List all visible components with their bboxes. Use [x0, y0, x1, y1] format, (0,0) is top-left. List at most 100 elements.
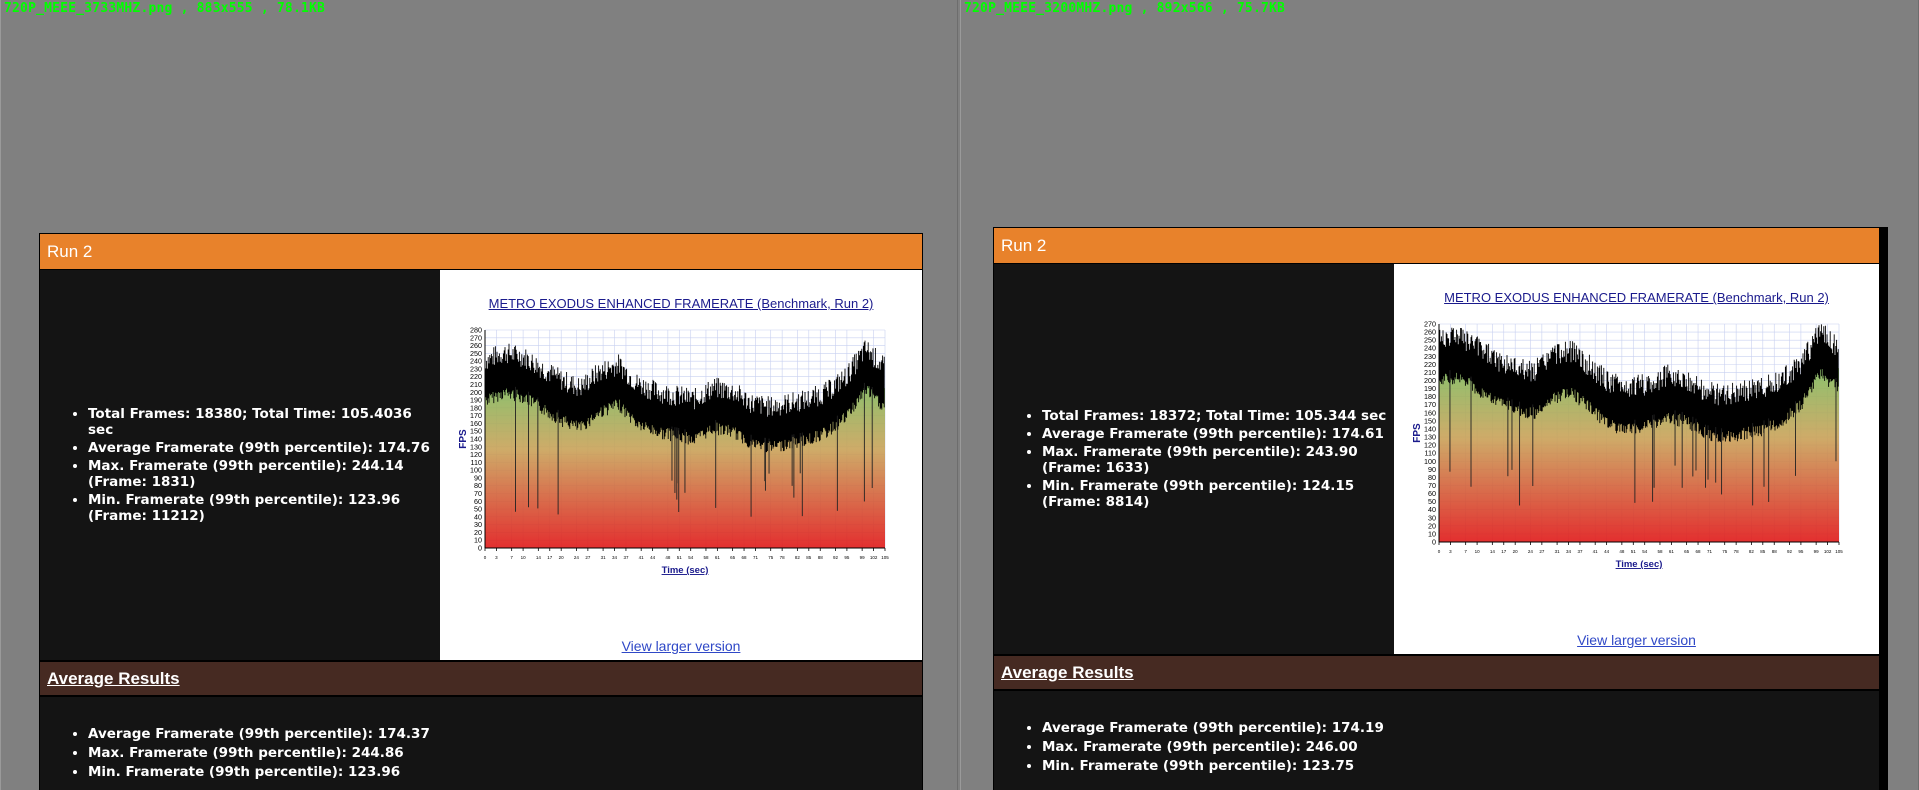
stat-max: Max. Framerate (99th percentile): 243.90…	[1042, 444, 1394, 476]
run-header: Run 2	[994, 228, 1879, 264]
x-tick-label: 44	[650, 555, 656, 560]
x-tick-label: 20	[559, 555, 565, 560]
stat-min: Min. Framerate (99th percentile): 123.96…	[88, 492, 440, 524]
benchmark-panel: Run 2 Total Frames: 18380; Total Time: 1…	[39, 233, 923, 790]
image-pane-right: 720P_MEEE_3200MHZ.png , 892x566 , 75.7KB…	[960, 0, 1919, 790]
x-tick-label: 102	[870, 555, 878, 560]
y-tick-label: 150	[470, 427, 482, 436]
y-tick-label: 140	[1424, 424, 1436, 433]
y-tick-label: 80	[474, 481, 482, 490]
stat-total-frames: Total Frames: 18372; Total Time: 105.344…	[1042, 408, 1394, 424]
y-tick-label: 150	[1424, 416, 1436, 425]
x-tick-label: 65	[730, 555, 736, 560]
x-tick-label: 24	[1528, 549, 1534, 554]
x-tick-label: 85	[806, 555, 812, 560]
y-tick-label: 220	[470, 372, 482, 381]
avg-stat-min: Min. Framerate (99th percentile): 123.96	[88, 764, 922, 780]
x-tick-label: 31	[1555, 549, 1561, 554]
y-axis-label: FPS	[1412, 423, 1423, 443]
x-tick-label: 61	[1669, 549, 1675, 554]
y-axis-label: FPS	[458, 429, 469, 449]
x-tick-label: 92	[1787, 549, 1793, 554]
y-tick-label: 110	[471, 458, 482, 467]
x-tick-label: 78	[1734, 549, 1740, 554]
x-tick-label: 58	[1657, 549, 1663, 554]
y-tick-label: 30	[474, 520, 482, 529]
x-tick-label: 61	[715, 555, 721, 560]
x-tick-label: 27	[585, 555, 591, 560]
view-larger-link[interactable]: View larger version	[440, 638, 922, 654]
y-tick-label: 20	[474, 528, 482, 537]
y-tick-label: 170	[1424, 400, 1436, 409]
y-tick-label: 20	[1428, 521, 1436, 530]
x-tick-label: 34	[612, 555, 618, 560]
x-tick-label: 105	[1835, 549, 1843, 554]
y-tick-label: 90	[474, 473, 482, 482]
x-tick-label: 68	[742, 555, 748, 560]
file-info-label: 720P_MEEE_3733MHZ.png , 883x555 , 78.1KB	[4, 1, 326, 16]
x-tick-label: 37	[623, 555, 629, 560]
y-tick-label: 110	[1425, 449, 1436, 458]
x-tick-label: 17	[547, 555, 553, 560]
x-tick-label: 88	[818, 555, 824, 560]
y-tick-label: 230	[470, 364, 482, 373]
y-tick-label: 80	[1428, 473, 1436, 482]
x-axis-label: Time (sec)	[1616, 559, 1663, 570]
avg-stat-average: Average Framerate (99th percentile): 174…	[88, 726, 922, 742]
x-tick-label: 14	[1490, 549, 1496, 554]
x-tick-label: 27	[1539, 549, 1545, 554]
chart-container: METRO EXODUS ENHANCED FRAMERATE (Benchma…	[440, 270, 922, 660]
y-tick-label: 220	[1424, 360, 1436, 369]
x-tick-label: 7	[1464, 549, 1467, 554]
x-tick-label: 44	[1604, 549, 1610, 554]
x-tick-label: 37	[1577, 549, 1583, 554]
avg-stat-average: Average Framerate (99th percentile): 174…	[1042, 720, 1879, 736]
x-tick-label: 51	[677, 555, 683, 560]
average-results-title[interactable]: Average Results	[1001, 663, 1134, 682]
y-tick-label: 180	[470, 403, 482, 412]
run-body: Total Frames: 18380; Total Time: 105.403…	[40, 270, 922, 660]
x-tick-label: 48	[1619, 549, 1625, 554]
y-tick-label: 240	[1424, 344, 1436, 353]
y-tick-label: 210	[1424, 368, 1436, 377]
x-tick-label: 99	[1814, 549, 1820, 554]
stat-min: Min. Framerate (99th percentile): 124.15…	[1042, 478, 1394, 510]
x-tick-label: 102	[1824, 549, 1832, 554]
avg-stat-max: Max. Framerate (99th percentile): 244.86	[88, 745, 922, 761]
x-tick-label: 3	[495, 555, 498, 560]
view-larger-link[interactable]: View larger version	[1394, 632, 1879, 648]
x-tick-label: 71	[1707, 549, 1713, 554]
chart-title[interactable]: METRO EXODUS ENHANCED FRAMERATE (Benchma…	[1394, 290, 1879, 305]
y-tick-label: 30	[1428, 513, 1436, 522]
x-tick-label: 95	[844, 555, 850, 560]
file-info-label: 720P_MEEE_3200MHZ.png , 892x566 , 75.7KB	[964, 1, 1286, 16]
run-stats: Total Frames: 18380; Total Time: 105.403…	[40, 270, 440, 660]
x-tick-label: 17	[1501, 549, 1507, 554]
x-tick-label: 24	[574, 555, 580, 560]
x-tick-label: 51	[1631, 549, 1637, 554]
y-tick-label: 100	[470, 466, 482, 475]
x-tick-label: 0	[1438, 549, 1441, 554]
average-results-title[interactable]: Average Results	[47, 669, 180, 688]
y-tick-label: 60	[474, 497, 482, 506]
y-tick-label: 240	[470, 357, 482, 366]
x-tick-label: 3	[1449, 549, 1452, 554]
x-tick-label: 75	[1722, 549, 1728, 554]
y-tick-label: 140	[470, 435, 482, 444]
x-tick-label: 99	[860, 555, 866, 560]
average-results-header: Average Results	[40, 660, 922, 697]
y-tick-label: 200	[470, 388, 482, 397]
run-stats: Total Frames: 18372; Total Time: 105.344…	[994, 264, 1394, 654]
y-tick-label: 70	[474, 489, 482, 498]
framerate-chart: 0102030405060708090100110120130140150160…	[1412, 320, 1843, 571]
y-tick-label: 190	[470, 396, 482, 405]
x-tick-label: 7	[510, 555, 513, 560]
chart-container: METRO EXODUS ENHANCED FRAMERATE (Benchma…	[1394, 264, 1879, 654]
x-tick-label: 34	[1566, 549, 1572, 554]
x-tick-label: 0	[484, 555, 487, 560]
y-tick-label: 70	[1428, 481, 1436, 490]
x-tick-label: 82	[795, 555, 801, 560]
chart-title[interactable]: METRO EXODUS ENHANCED FRAMERATE (Benchma…	[440, 296, 922, 311]
y-tick-label: 100	[1424, 457, 1436, 466]
framerate-chart: 0102030405060708090100110120130140150160…	[458, 326, 889, 577]
